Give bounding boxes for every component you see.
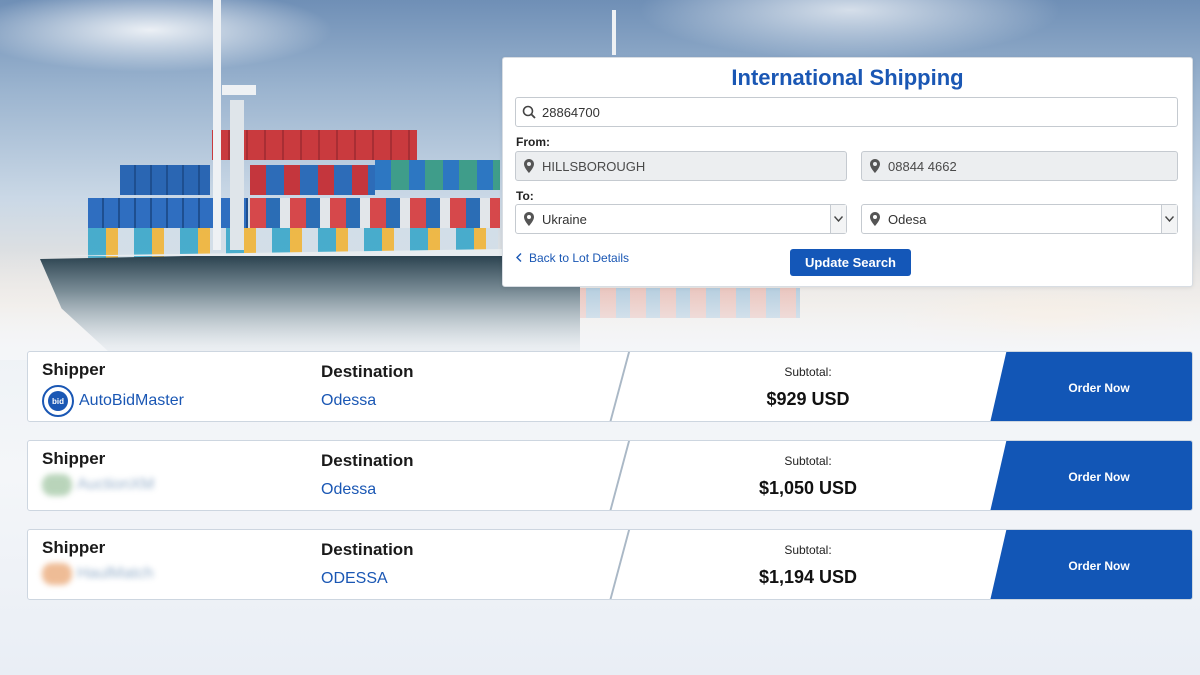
location-pin-icon xyxy=(862,212,888,226)
to-port-value: Odesa xyxy=(888,211,927,227)
chevron-down-icon[interactable] xyxy=(830,205,846,233)
shipper-logo-icon xyxy=(42,563,72,585)
shipper-header: Shipper xyxy=(42,449,106,468)
panel-title: International Shipping xyxy=(731,65,964,90)
order-now-button[interactable]: Order Now xyxy=(990,530,1192,599)
to-country-select[interactable]: Ukraine xyxy=(515,204,847,234)
autobidmaster-logo-icon: bid xyxy=(42,385,74,417)
row-divider xyxy=(606,352,632,421)
result-row: Shipper bid AutoBidMaster Destination Od… xyxy=(27,351,1193,422)
shipper-header: Shipper xyxy=(42,360,106,379)
shipper-blurred: AuctionXM xyxy=(42,474,154,496)
from-city-field[interactable]: HILLSBOROUGH xyxy=(515,151,847,181)
chevron-down-icon[interactable] xyxy=(1161,205,1177,233)
order-now-button[interactable]: Order Now xyxy=(990,352,1192,421)
chevron-left-icon xyxy=(516,251,522,265)
location-pin-icon xyxy=(862,159,888,173)
destination-value: ODESSA xyxy=(321,570,388,587)
shipper-blurred: HaulMatch xyxy=(42,563,153,585)
location-pin-icon xyxy=(516,159,542,173)
shipper-autobidmaster[interactable]: bid AutoBidMaster xyxy=(42,385,184,417)
to-label: To: xyxy=(516,189,534,203)
shipper-header: Shipper xyxy=(42,538,106,557)
shipper-name: HaulMatch xyxy=(77,565,154,582)
subtotal-label: Subtotal: xyxy=(784,454,832,468)
lot-search-value: 28864700 xyxy=(542,104,600,120)
subtotal-label: Subtotal: xyxy=(784,543,832,557)
lot-search-input[interactable]: 28864700 xyxy=(515,97,1178,127)
update-search-button[interactable]: Update Search xyxy=(790,249,911,276)
from-city-value: HILLSBOROUGH xyxy=(542,158,646,174)
subtotal-value: $929 USD xyxy=(766,389,850,409)
subtotal-value: $1,050 USD xyxy=(758,478,858,498)
from-label: From: xyxy=(516,135,550,149)
shipper-logo-icon xyxy=(42,474,72,496)
result-row: Shipper HaulMatch Destination ODESSA Sub… xyxy=(27,529,1193,600)
destination-header: Destination xyxy=(321,362,414,381)
result-row: Shipper AuctionXM Destination Odessa Sub… xyxy=(27,440,1193,511)
from-zip-value: 08844 4662 xyxy=(888,158,957,174)
search-icon xyxy=(516,105,542,119)
row-divider xyxy=(606,530,632,599)
destination-value: Odessa xyxy=(321,392,377,409)
from-zip-field[interactable]: 08844 4662 xyxy=(861,151,1178,181)
subtotal-label: Subtotal: xyxy=(784,365,832,379)
subtotal-value: $1,194 USD xyxy=(758,567,858,587)
location-pin-icon xyxy=(516,212,542,226)
shipper-name: AuctionXM xyxy=(77,476,155,493)
destination-header: Destination xyxy=(321,540,414,559)
row-divider xyxy=(606,441,632,510)
shipper-name: AutoBidMaster xyxy=(79,392,184,409)
back-to-lot-details-link[interactable]: Back to Lot Details xyxy=(516,251,629,265)
destination-value: Odessa xyxy=(321,481,377,498)
to-country-value: Ukraine xyxy=(542,211,587,227)
to-port-select[interactable]: Odesa xyxy=(861,204,1178,234)
back-link-label: Back to Lot Details xyxy=(529,251,630,265)
order-now-button[interactable]: Order Now xyxy=(990,441,1192,510)
destination-header: Destination xyxy=(321,451,414,470)
